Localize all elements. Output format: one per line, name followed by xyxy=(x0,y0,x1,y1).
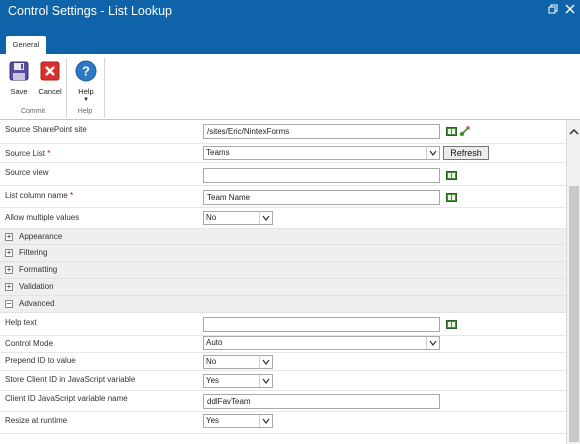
label-source-site: Source SharePoint site xyxy=(5,125,87,134)
resize-select[interactable]: Yes xyxy=(203,414,273,428)
restore-icon xyxy=(548,4,558,14)
label-resize: Resize at runtime xyxy=(5,416,68,425)
prepend-id-value: No xyxy=(206,357,217,366)
row-list-column: List column name * Team Name xyxy=(0,186,566,208)
store-client-id-value: Yes xyxy=(206,376,220,385)
connect-icon[interactable] xyxy=(459,126,470,137)
expand-icon: + xyxy=(5,282,13,291)
save-label: Save xyxy=(10,87,28,96)
row-source-list: Source List * Teams Refresh xyxy=(0,144,566,163)
save-button[interactable]: Save xyxy=(4,60,34,96)
label-source-list-wrap: Source List * xyxy=(5,149,50,158)
vertical-scrollbar[interactable] xyxy=(566,120,580,444)
row-help-text: Help text xyxy=(0,313,566,336)
label-source-view: Source view xyxy=(5,168,49,177)
store-client-id-select[interactable]: Yes xyxy=(203,374,273,388)
allow-multiple-select[interactable]: No xyxy=(203,211,273,225)
source-site-input[interactable]: /sites/Eric/NintexForms xyxy=(203,124,440,139)
lookup-book-icon[interactable] xyxy=(446,126,457,137)
chevron-down-icon xyxy=(426,147,439,159)
row-control-mode: Control Mode Auto xyxy=(0,336,566,353)
chevron-down-icon xyxy=(259,212,272,224)
restore-window-button[interactable] xyxy=(545,2,561,16)
close-window-button[interactable] xyxy=(562,2,578,16)
list-column-input[interactable]: Team Name xyxy=(203,190,440,205)
section-formatting[interactable]: + Formatting xyxy=(0,262,566,279)
source-list-value: Teams xyxy=(206,148,230,157)
label-list-column-wrap: List column name * xyxy=(5,191,73,200)
client-id-var-input[interactable]: ddlFavTeam xyxy=(203,394,440,409)
section-label-validation: Validation xyxy=(19,282,54,291)
svg-text:?: ? xyxy=(82,64,90,79)
section-label-filtering: Filtering xyxy=(19,248,48,257)
chevron-down-icon xyxy=(259,375,272,387)
lookup-book-icon[interactable] xyxy=(446,170,457,181)
chevron-up-icon[interactable] xyxy=(567,126,580,138)
prepend-id-select[interactable]: No xyxy=(203,355,273,369)
title-bar: Control Settings - List Lookup xyxy=(0,0,580,26)
source-view-input[interactable] xyxy=(203,168,440,183)
label-source-list: Source List xyxy=(5,149,46,158)
required-marker: * xyxy=(47,149,51,158)
label-store-client-id: Store Client ID in JavaScript variable xyxy=(5,375,136,384)
save-icon xyxy=(8,60,30,82)
expand-icon: + xyxy=(5,232,13,241)
section-advanced[interactable]: − Advanced xyxy=(0,296,566,313)
expand-icon: + xyxy=(5,265,13,274)
chevron-down-icon xyxy=(259,415,272,427)
row-source-view: Source view xyxy=(0,163,566,186)
chevron-down-icon: ▼ xyxy=(83,97,89,103)
source-list-select[interactable]: Teams xyxy=(203,146,440,160)
help-icon: ? xyxy=(75,60,97,82)
section-label-advanced: Advanced xyxy=(19,299,55,308)
group-label-commit: Commit xyxy=(20,108,46,115)
tab-general[interactable]: General xyxy=(6,36,46,54)
ribbon-group-divider xyxy=(104,58,105,118)
label-list-column: List column name xyxy=(5,191,68,200)
row-allow-multiple: Allow multiple values No xyxy=(0,208,566,229)
refresh-button[interactable]: Refresh xyxy=(443,146,489,160)
collapse-icon: − xyxy=(5,299,13,308)
scrollbar-thumb[interactable] xyxy=(569,186,579,442)
allow-multiple-value: No xyxy=(206,213,217,222)
close-icon xyxy=(565,4,575,14)
lookup-book-icon[interactable] xyxy=(446,192,457,203)
label-help-text: Help text xyxy=(5,318,37,327)
label-control-mode: Control Mode xyxy=(5,339,54,348)
cancel-label: Cancel xyxy=(38,87,62,96)
help-label: Help xyxy=(78,87,94,96)
help-button[interactable]: ? Help ▼ xyxy=(71,60,101,103)
lookup-book-icon[interactable] xyxy=(446,319,457,330)
group-label-help: Help xyxy=(77,108,93,115)
row-resize: Resize at runtime Yes xyxy=(0,412,566,434)
label-client-id-var: Client ID JavaScript variable name xyxy=(5,394,128,403)
section-label-formatting: Formatting xyxy=(19,265,58,274)
resize-value: Yes xyxy=(206,416,220,425)
required-marker: * xyxy=(69,191,74,200)
label-allow-multiple: Allow multiple values xyxy=(5,213,80,222)
cancel-icon xyxy=(39,60,61,82)
row-store-client-id: Store Client ID in JavaScript variable Y… xyxy=(0,371,566,391)
control-mode-select[interactable]: Auto xyxy=(203,336,440,350)
window-title: Control Settings - List Lookup xyxy=(8,4,172,18)
row-source-site: Source SharePoint site /sites/Eric/Ninte… xyxy=(0,120,566,144)
row-client-id-var: Client ID JavaScript variable name ddlFa… xyxy=(0,391,566,412)
expand-icon: + xyxy=(5,248,13,257)
section-filtering[interactable]: + Filtering xyxy=(0,245,566,262)
chevron-down-icon xyxy=(426,337,439,349)
control-mode-value: Auto xyxy=(206,338,223,347)
section-appearance[interactable]: + Appearance xyxy=(0,229,566,245)
cancel-button[interactable]: Cancel xyxy=(35,60,65,96)
label-prepend-id: Prepend ID to value xyxy=(5,356,76,365)
settings-form: Source SharePoint site /sites/Eric/Ninte… xyxy=(0,120,566,444)
chevron-down-icon xyxy=(259,356,272,368)
section-label-appearance: Appearance xyxy=(19,232,63,241)
ribbon: Save Cancel ? Help ▼ Commit Help xyxy=(0,54,580,120)
row-prepend-id: Prepend ID to value No xyxy=(0,353,566,371)
ribbon-tab-strip: General xyxy=(0,26,580,54)
section-validation[interactable]: + Validation xyxy=(0,279,566,296)
help-text-input[interactable] xyxy=(203,317,440,332)
